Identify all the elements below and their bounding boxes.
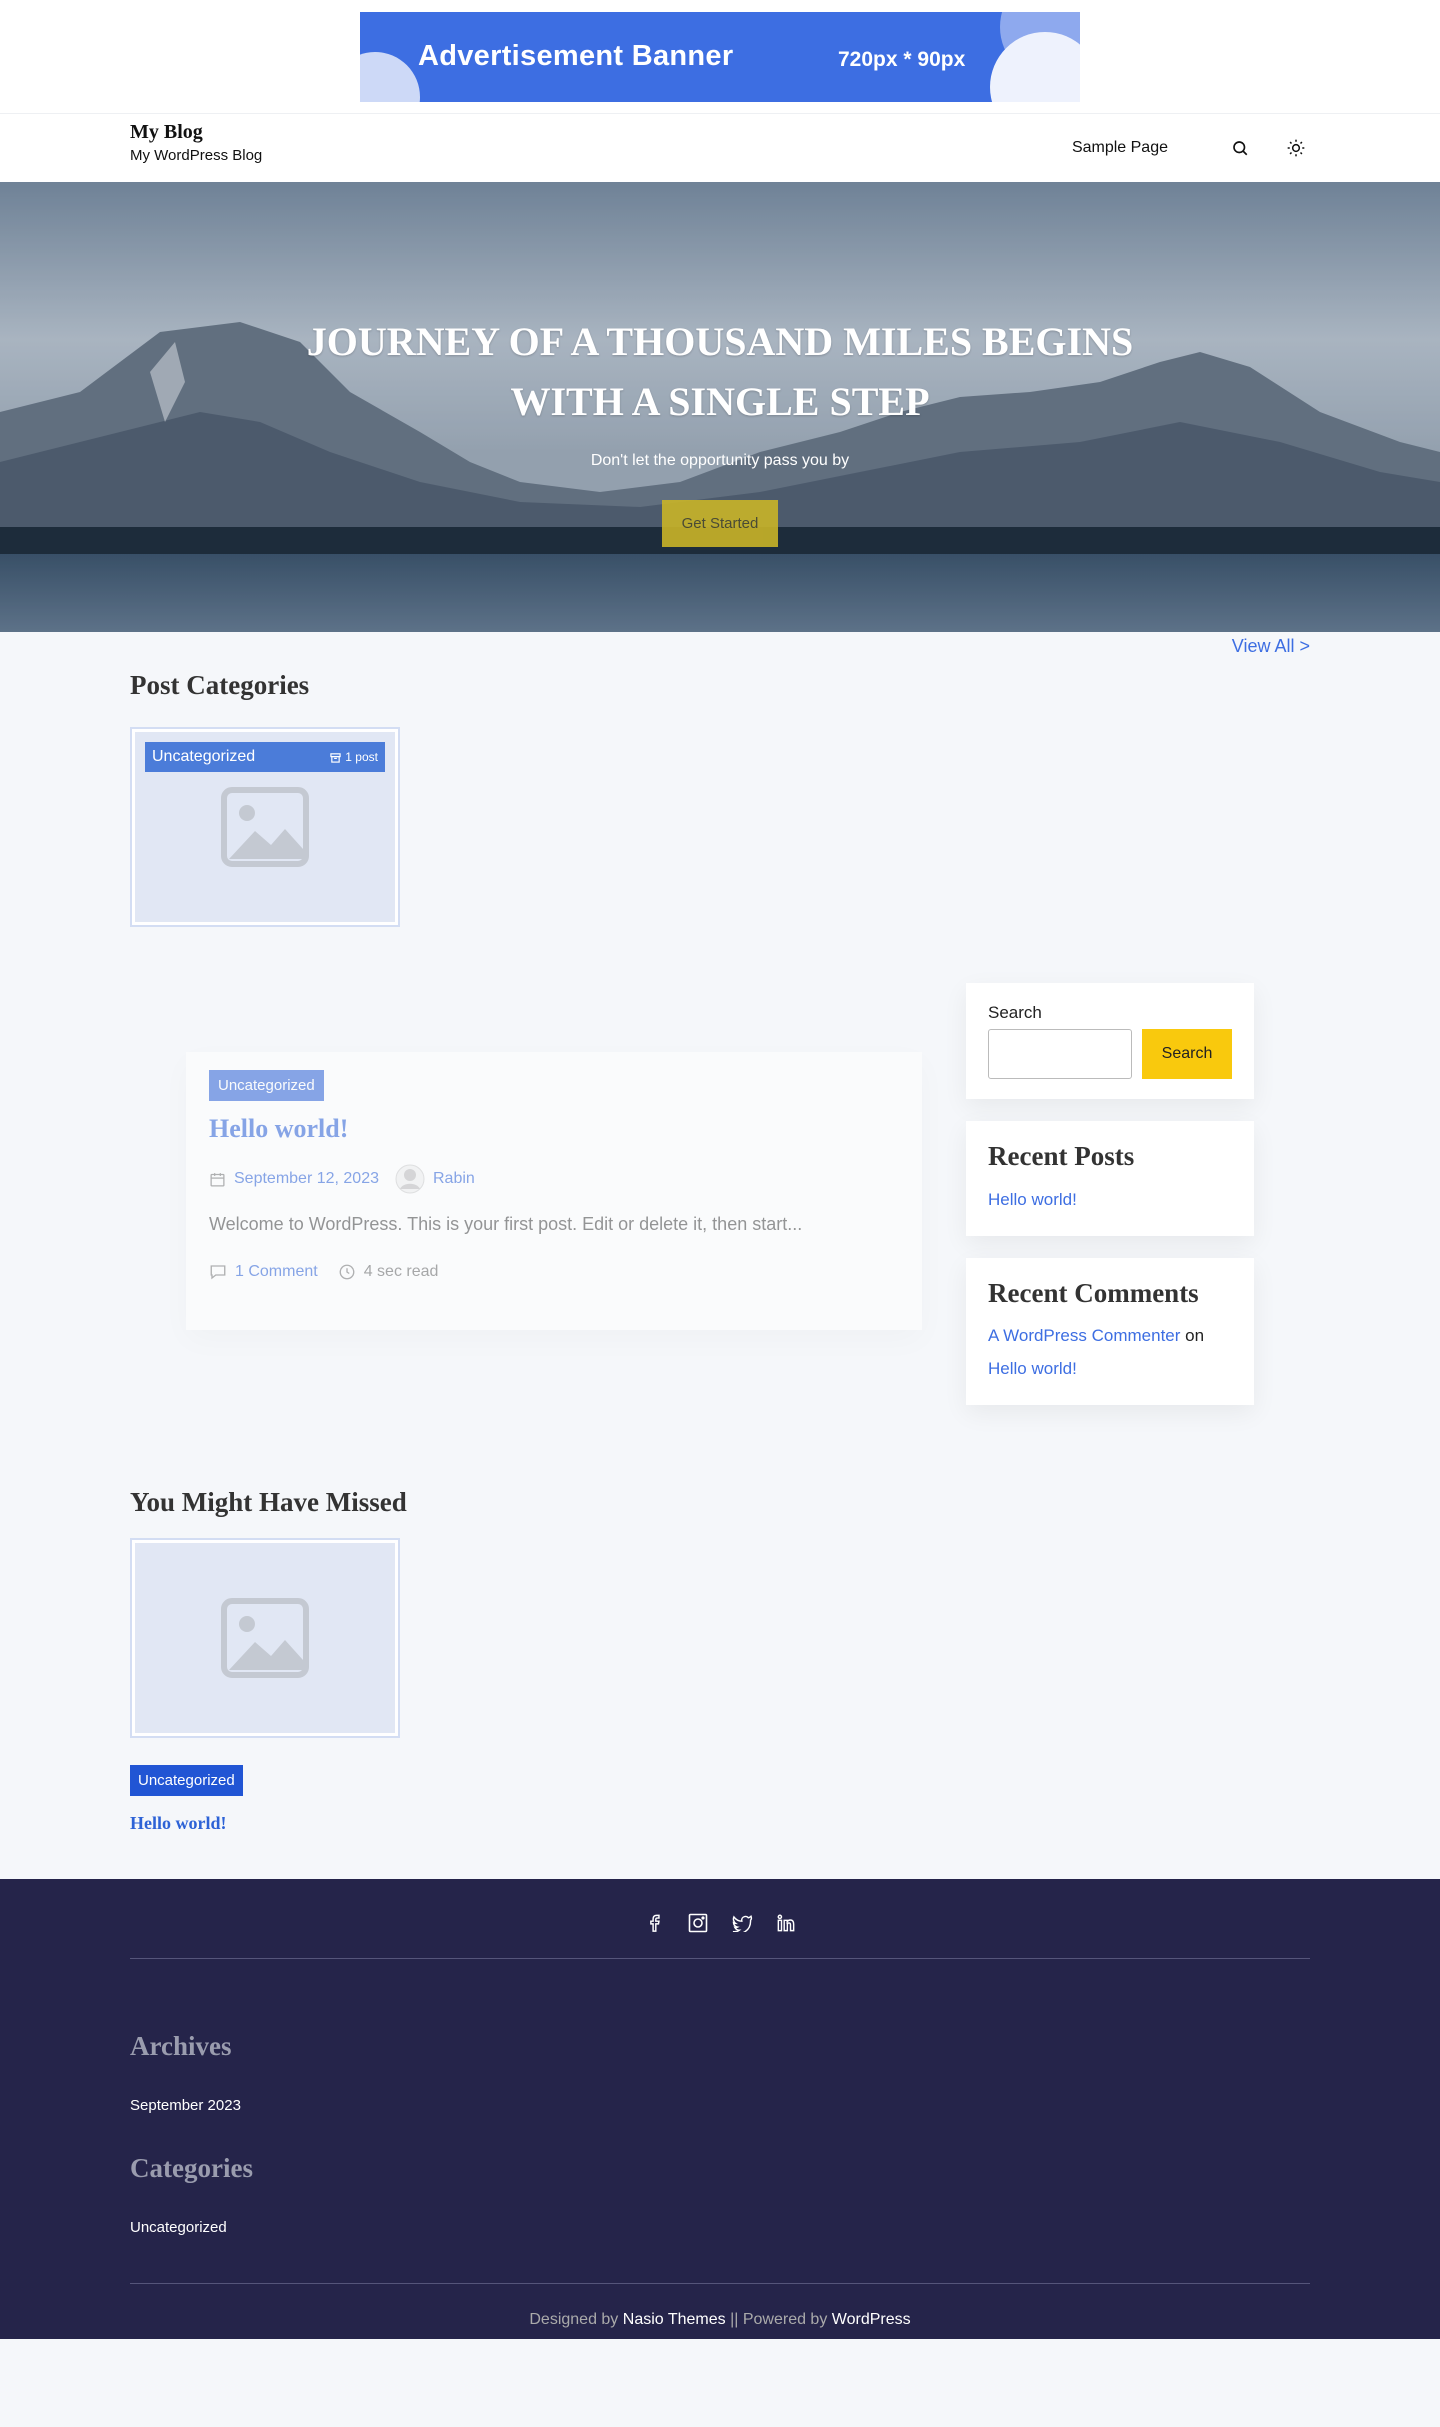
footer-divider-bottom bbox=[130, 2283, 1310, 2284]
post-title[interactable]: Hello world! bbox=[209, 1114, 899, 1144]
hero-content: JOURNEY OF A THOUSAND MILES BEGINS WITH … bbox=[0, 312, 1440, 547]
ad-title: Advertisement Banner bbox=[418, 40, 734, 72]
recent-posts-title: Recent Posts bbox=[988, 1141, 1135, 1171]
facebook-icon[interactable] bbox=[643, 1912, 665, 1934]
comment-author-link[interactable]: A WordPress Commenter bbox=[988, 1326, 1180, 1345]
sun-icon[interactable] bbox=[1282, 134, 1310, 162]
comment-icon bbox=[210, 1265, 226, 1280]
archive-link[interactable]: September 2023 bbox=[130, 2097, 241, 2114]
linkedin-icon[interactable] bbox=[775, 1912, 797, 1934]
post-author[interactable]: Rabin bbox=[433, 1170, 475, 1188]
image-placeholder-icon bbox=[221, 1598, 309, 1678]
twitter-icon[interactable] bbox=[731, 1912, 753, 1934]
missed-title: You Might Have Missed bbox=[130, 1487, 407, 1517]
search-widget: Search Search bbox=[966, 983, 1254, 1099]
search-icon[interactable] bbox=[1226, 134, 1254, 162]
nav-sample-page[interactable]: Sample Page bbox=[1072, 139, 1168, 157]
designed-by-text: Designed by bbox=[529, 2311, 619, 2328]
ad-size: 720px * 90px bbox=[838, 48, 966, 71]
recent-post-link[interactable]: Hello world! bbox=[988, 1190, 1077, 1209]
footer-credits: Designed by Nasio Themes || Powered by W… bbox=[0, 2311, 1440, 2329]
powered-by-text: || Powered by bbox=[730, 2311, 828, 2328]
instagram-icon[interactable] bbox=[687, 1912, 709, 1934]
category-card[interactable]: Uncategorized 1 post bbox=[130, 727, 400, 927]
calendar-icon bbox=[210, 1172, 225, 1187]
post-read-time: 4 sec read bbox=[363, 1263, 439, 1280]
main-nav: Sample Page bbox=[1072, 114, 1310, 182]
search-label: Search bbox=[988, 1003, 1042, 1022]
footer-divider bbox=[130, 1958, 1310, 1959]
comment-post-link[interactable]: Hello world! bbox=[988, 1359, 1077, 1378]
post-excerpt: Welcome to WordPress. This is your first… bbox=[209, 1214, 803, 1234]
view-all-link[interactable]: View All > bbox=[1232, 636, 1310, 657]
recent-posts-widget: Recent Posts Hello world! bbox=[966, 1121, 1254, 1236]
recent-comments-widget: Recent Comments A WordPress Commenter on… bbox=[966, 1258, 1254, 1405]
post-categories-section: Post Categories View All > Uncategorized… bbox=[130, 632, 1310, 927]
wordpress-link[interactable]: WordPress bbox=[832, 2311, 911, 2328]
category-name: Uncategorized bbox=[152, 748, 256, 765]
category-count: 1 post bbox=[345, 750, 378, 764]
folder-icon bbox=[330, 752, 341, 763]
designer-link[interactable]: Nasio Themes bbox=[623, 2311, 726, 2328]
site-tagline: My WordPress Blog bbox=[130, 147, 263, 164]
post-footer: 1 Comment 4 sec read bbox=[209, 1263, 899, 1281]
image-placeholder-icon bbox=[221, 787, 309, 867]
post-meta: September 12, 2023 Rabin bbox=[209, 1164, 899, 1194]
hero-subtitle: Don't let the opportunity pass you by bbox=[590, 452, 850, 469]
site-header: My Blog My WordPress Blog Sample Page bbox=[0, 114, 1440, 182]
get-started-button[interactable]: Get Started bbox=[661, 500, 779, 547]
sidebar-search-input[interactable] bbox=[988, 1029, 1132, 1079]
clock-icon bbox=[339, 1264, 355, 1280]
post-comments-link[interactable]: 1 Comment bbox=[235, 1263, 318, 1281]
advertisement-banner[interactable]: Advertisement Banner 720px * 90px bbox=[360, 12, 1080, 102]
recent-comments-title: Recent Comments bbox=[988, 1278, 1199, 1308]
post-category-badge[interactable]: Uncategorized bbox=[209, 1070, 324, 1101]
footer-category-link[interactable]: Uncategorized bbox=[130, 2219, 227, 2236]
author-avatar bbox=[395, 1164, 425, 1194]
missed-post-image[interactable] bbox=[130, 1538, 400, 1738]
ad-bar: Advertisement Banner 720px * 90px bbox=[0, 0, 1440, 114]
archives-title: Archives bbox=[130, 2031, 232, 2061]
post-categories-title: Post Categories bbox=[130, 670, 310, 700]
main-content: Uncategorized Hello world! September 12,… bbox=[130, 927, 1310, 1487]
missed-section: You Might Have Missed Uncategorized Hell… bbox=[130, 1487, 1310, 1834]
footer-categories-title: Categories bbox=[130, 2153, 253, 2183]
category-label: Uncategorized 1 post bbox=[145, 742, 385, 772]
post-date[interactable]: September 12, 2023 bbox=[234, 1170, 379, 1188]
social-links bbox=[0, 1912, 1440, 1934]
post-card[interactable]: Uncategorized Hello world! September 12,… bbox=[186, 1052, 922, 1330]
hero-banner: JOURNEY OF A THOUSAND MILES BEGINS WITH … bbox=[0, 182, 1440, 632]
missed-category-badge[interactable]: Uncategorized bbox=[130, 1765, 243, 1796]
site-footer: Archives September 2023 Categories Uncat… bbox=[0, 1879, 1440, 2339]
hero-title: JOURNEY OF A THOUSAND MILES BEGINS WITH … bbox=[306, 319, 1134, 424]
brand: My Blog My WordPress Blog bbox=[130, 121, 262, 164]
comment-on-text: on bbox=[1185, 1326, 1205, 1345]
sidebar-search-button[interactable]: Search bbox=[1142, 1029, 1232, 1079]
sidebar: Search Search Recent Posts Hello world! … bbox=[966, 983, 1254, 1427]
missed-post-title[interactable]: Hello world! bbox=[130, 1813, 1310, 1834]
site-title[interactable]: My Blog bbox=[130, 121, 262, 144]
